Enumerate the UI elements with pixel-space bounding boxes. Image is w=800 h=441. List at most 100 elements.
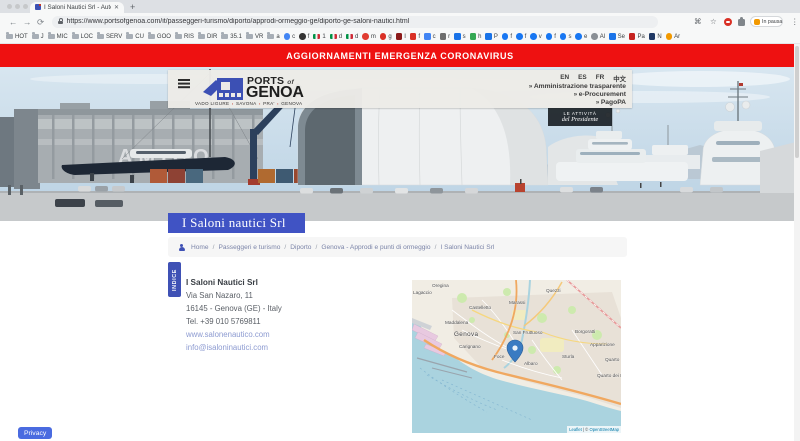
shortcut-icon[interactable]: ⌘ — [694, 17, 702, 26]
bookmark-item[interactable]: v — [530, 33, 542, 40]
bookmark-item[interactable]: Al — [591, 33, 605, 40]
bookmark-item[interactable]: 1 — [313, 34, 325, 40]
bookmark-item[interactable]: f — [546, 33, 556, 40]
media-paused-badge[interactable]: In pausa — [750, 16, 783, 27]
back-icon[interactable]: ← — [9, 17, 18, 27]
map-place-label: Marassi — [509, 300, 525, 305]
breadcrumb-item[interactable]: I Saloni Nautici Srl — [440, 244, 494, 251]
bookmark-icon — [267, 34, 274, 40]
bookmark-item[interactable]: HOT — [6, 34, 28, 40]
header-link[interactable]: PagoPA — [529, 99, 626, 107]
logo-genoa-text: GENOA — [246, 84, 304, 102]
bookmark-icon — [516, 33, 523, 40]
indice-tab[interactable]: INDICE — [168, 262, 181, 297]
url-bar[interactable]: https://www.portsofgenoa.com/it/passegge… — [52, 16, 658, 28]
bookmark-icon — [440, 33, 447, 40]
bookmark-item[interactable]: SERV — [97, 34, 122, 40]
breadcrumb-home-icon[interactable] — [178, 244, 185, 251]
scrollbar-thumb[interactable] — [795, 46, 799, 158]
bookmark-item[interactable]: d — [330, 34, 342, 40]
bookmark-item[interactable]: Ar — [666, 33, 681, 40]
window-minimize-button[interactable] — [15, 4, 20, 9]
breadcrumb-item[interactable]: Passeggeri e turismo — [218, 244, 290, 251]
phone: Tel. +39 010 5769811 — [186, 315, 282, 328]
bookmark-icon — [629, 33, 636, 40]
email-link[interactable]: info@isaloninautici.com — [186, 341, 282, 354]
map-place-label: Borgoratti — [575, 329, 595, 334]
bookmark-item[interactable]: g — [380, 33, 392, 40]
bookmark-item[interactable]: f — [516, 33, 526, 40]
website-link[interactable]: www.salonenautico.com — [186, 328, 282, 341]
language-link[interactable]: FR — [596, 74, 605, 83]
language-link[interactable]: ES — [578, 74, 587, 83]
bookmark-item[interactable]: N — [649, 33, 662, 40]
bookmark-item[interactable]: a — [267, 34, 279, 40]
company-name: I Saloni Nautici Srl — [186, 276, 282, 289]
bookmark-icon — [148, 34, 155, 40]
ports-of-genoa-logo-icon[interactable] — [201, 74, 245, 104]
tab-close-icon[interactable]: ✕ — [114, 4, 119, 11]
browser-tab[interactable]: I Saloni Nautici Srl - Autorità d... ✕ — [30, 2, 124, 14]
breadcrumb-item[interactable]: Diporto — [290, 244, 321, 251]
leaflet-link[interactable]: Leaflet — [569, 427, 582, 432]
bookmark-item[interactable]: c — [424, 33, 436, 40]
window-zoom-button[interactable] — [23, 4, 28, 9]
bookmark-item[interactable]: RIS — [175, 34, 194, 40]
header-link[interactable]: Amministrazione trasparente — [529, 83, 626, 91]
bookmark-item[interactable]: s — [454, 33, 466, 40]
bookmark-item[interactable]: f — [410, 33, 420, 40]
bookmark-item[interactable]: CU — [126, 34, 144, 40]
extensions-puzzle-icon[interactable] — [738, 19, 745, 26]
adblock-extension-icon[interactable] — [724, 18, 732, 26]
map-place-label: Foce — [494, 354, 504, 359]
bookmark-item[interactable]: r — [440, 33, 451, 40]
bookmark-item[interactable]: J — [32, 34, 44, 40]
page-scrollbar[interactable] — [794, 44, 800, 441]
browser-menu-icon[interactable]: ⋮ — [791, 17, 799, 26]
hamburger-menu-icon[interactable] — [178, 79, 190, 81]
forward-icon[interactable]: → — [23, 17, 32, 27]
bookmark-item[interactable]: Pa — [629, 33, 645, 40]
bookmark-item[interactable]: f — [299, 33, 309, 40]
bookmark-item[interactable]: h — [470, 33, 482, 40]
bookmark-item[interactable]: m — [362, 33, 376, 40]
bookmark-icon — [346, 34, 353, 40]
osm-link[interactable]: OpenStreetMap — [589, 427, 619, 432]
bookmark-star-icon[interactable]: ☆ — [710, 17, 717, 26]
location-map[interactable]: OreginaLagaccioQuezziCastellettoMarassiM… — [412, 280, 621, 433]
language-switcher: EN ES FR 中文 — [560, 74, 626, 83]
bookmark-icon — [424, 33, 431, 40]
language-link[interactable]: 中文 — [613, 74, 626, 83]
browser-window: I Saloni Nautici Srl - Autorità d... ✕ +… — [0, 0, 800, 441]
breadcrumb-item[interactable]: Genova - Approdi e punti di ormeggio — [321, 244, 440, 251]
reload-icon[interactable]: ⟳ — [37, 17, 44, 28]
new-tab-button[interactable]: + — [130, 2, 135, 12]
header-link[interactable]: e-Procurement — [529, 91, 626, 99]
bookmark-item[interactable]: MIC — [48, 34, 68, 40]
language-link[interactable]: EN — [560, 74, 569, 83]
bookmark-icon — [299, 33, 306, 40]
bookmark-item[interactable]: GOO — [148, 34, 171, 40]
bookmark-item[interactable]: 35.1 — [221, 34, 242, 40]
bookmark-item[interactable]: P — [485, 33, 498, 40]
padlock-icon — [58, 21, 63, 25]
bookmark-item[interactable]: s — [560, 33, 572, 40]
breadcrumb-item[interactable]: Home — [191, 244, 218, 251]
bookmark-item[interactable]: VR — [246, 34, 263, 40]
bookmark-icon — [560, 33, 567, 40]
bookmark-icon — [48, 34, 55, 40]
bookmark-icon — [330, 34, 337, 40]
bookmark-item[interactable]: c — [284, 33, 296, 40]
bookmark-item[interactable]: DIR — [198, 34, 217, 40]
bookmark-item[interactable]: f — [502, 33, 512, 40]
bookmark-item[interactable]: LOC — [72, 34, 93, 40]
privacy-button[interactable]: Privacy — [18, 427, 52, 439]
bookmark-item[interactable]: e — [575, 33, 587, 40]
bookmark-item[interactable]: I — [396, 33, 406, 40]
window-close-button[interactable] — [7, 4, 12, 9]
bookmark-item[interactable]: d — [346, 34, 358, 40]
map-place-label: Albaro — [524, 361, 538, 366]
bookmark-item[interactable]: Se — [609, 33, 625, 40]
president-activities-badge[interactable]: LE ATTIVITÀ del Presidente — [548, 108, 612, 126]
coronavirus-alert-banner[interactable]: AGGIORNAMENTI EMERGENZA CORONAVIRUS — [0, 44, 800, 67]
